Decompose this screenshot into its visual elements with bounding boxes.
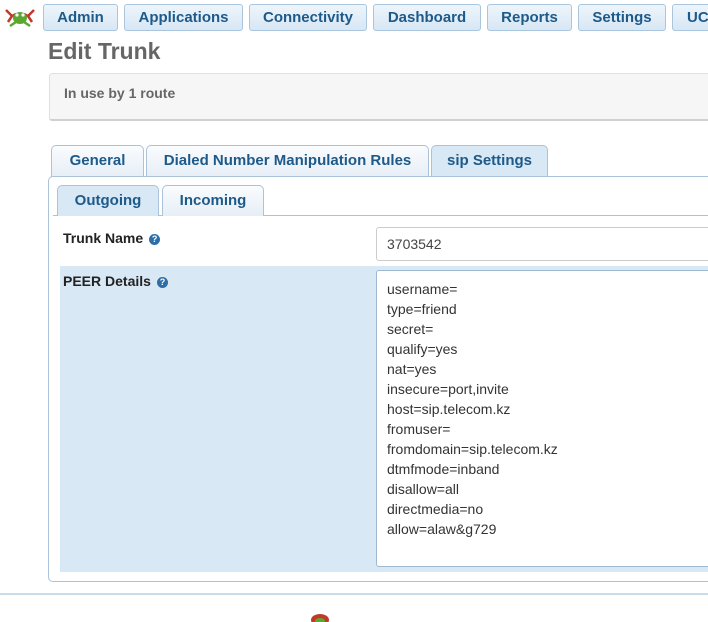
peer-line: dtmfmode=inband <box>387 461 500 477</box>
help-icon[interactable]: ? <box>156 276 168 288</box>
peer-details-label: PEER Details? <box>63 273 168 289</box>
peer-line: host=sip.telecom.kz <box>387 401 511 417</box>
peer-line: secret= <box>387 321 434 337</box>
peer-line: disallow=all <box>387 481 459 497</box>
tab-general[interactable]: General <box>51 145 144 177</box>
nav-reports[interactable]: Reports <box>487 4 572 31</box>
peer-details-textarea[interactable]: username= type=friend secret= qualify=ye… <box>376 270 708 567</box>
page-title: Edit Trunk <box>48 38 161 64</box>
peer-line: type=friend <box>387 301 457 317</box>
nav-applications[interactable]: Applications <box>124 4 243 31</box>
subtab-outgoing[interactable]: Outgoing <box>57 185 159 216</box>
help-icon[interactable]: ? <box>149 233 161 245</box>
subtab-incoming[interactable]: Incoming <box>162 185 264 216</box>
nav-admin[interactable]: Admin <box>43 4 118 31</box>
freepbx-logo-icon[interactable] <box>2 4 38 30</box>
peer-line: insecure=port,invite <box>387 381 509 397</box>
footer-logo-icon <box>311 614 329 622</box>
in-use-text: In use by 1 route <box>64 85 176 101</box>
trunk-name-label: Trunk Name? <box>63 230 161 246</box>
peer-line: fromuser= <box>387 421 451 437</box>
nav-dashboard[interactable]: Dashboard <box>373 4 481 31</box>
trunk-name-input[interactable]: 3703542 <box>376 227 708 261</box>
peer-line: nat=yes <box>387 361 437 377</box>
peer-line: directmedia=no <box>387 501 484 517</box>
top-nav: Admin Applications Connectivity Dashboar… <box>0 0 708 36</box>
nav-connectivity[interactable]: Connectivity <box>249 4 367 31</box>
peer-line: fromdomain=sip.telecom.kz <box>387 441 558 457</box>
footer-divider <box>0 593 708 595</box>
peer-line: username= <box>387 281 458 297</box>
in-use-banner: In use by 1 route <box>49 73 708 121</box>
peer-line: qualify=yes <box>387 341 458 357</box>
peer-line: allow=alaw&g729 <box>387 521 497 537</box>
tab-dialed-number-manipulation-rules[interactable]: Dialed Number Manipulation Rules <box>146 145 429 177</box>
nav-uc[interactable]: UC <box>672 4 708 31</box>
tab-sip-settings[interactable]: sip Settings <box>431 145 548 178</box>
nav-settings[interactable]: Settings <box>578 4 666 31</box>
